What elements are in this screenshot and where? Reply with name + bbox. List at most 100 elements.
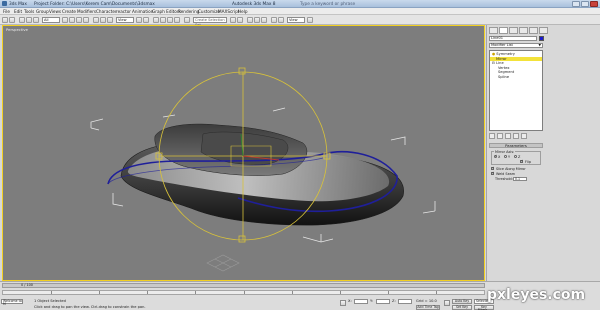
maxscript-listener[interactable]: Welcome to M	[1, 299, 23, 306]
reference-coordinate-select[interactable]: View	[116, 17, 134, 23]
menu-modifiers[interactable]: Modifiers	[77, 9, 96, 14]
show-end-result-icon[interactable]	[497, 133, 503, 139]
menu-edit[interactable]: Edit	[14, 9, 22, 14]
object-color-swatch[interactable]	[539, 36, 544, 41]
bind-space-warp-icon[interactable]	[33, 17, 39, 23]
menu-character[interactable]: Character	[96, 9, 117, 14]
modifier-list-label: Modifier List	[491, 43, 513, 47]
key-icon[interactable]	[444, 300, 450, 306]
menu-file[interactable]: File	[3, 9, 10, 14]
set-key-button[interactable]: Set Key	[452, 304, 472, 310]
parameters-rollout-header[interactable]: Parameters	[489, 143, 543, 148]
menu-views[interactable]: Views	[49, 9, 61, 14]
track-bar[interactable]	[2, 290, 485, 295]
render-setup-icon[interactable]	[278, 17, 284, 23]
axis-x-label: X	[498, 154, 501, 159]
menu-animation[interactable]: Animation	[132, 9, 153, 14]
bulb-icon[interactable]: ●	[492, 52, 495, 56]
display-tab-icon[interactable]	[529, 27, 538, 34]
hierarchy-tab-icon[interactable]	[509, 27, 518, 34]
menu-customize[interactable]: Customize	[198, 9, 220, 14]
menu-group[interactable]: Group	[36, 9, 49, 14]
spinner-snap-icon[interactable]	[174, 17, 180, 23]
pin-stack-icon[interactable]	[489, 133, 495, 139]
menu-help[interactable]: Help	[238, 9, 248, 14]
key-filters-button[interactable]: Key Filters...	[474, 304, 494, 310]
configure-sets-icon[interactable]	[521, 133, 527, 139]
rectangle-selection-icon[interactable]	[76, 17, 82, 23]
weld-seam-checkbox[interactable]	[491, 171, 494, 175]
align-icon[interactable]	[237, 17, 243, 23]
mirror-axis-group: Mirror Axis: X Y Z Flip	[491, 150, 541, 165]
object-name-field[interactable]: Line01	[489, 36, 537, 41]
menu-reactor[interactable]: reactor	[116, 9, 131, 14]
prompt-line: Click and drag to pan the view. Ctrl-dra…	[34, 304, 146, 309]
named-selection-set-field[interactable]: Create Selection Set	[193, 17, 227, 27]
menu-maxscript[interactable]: MAXScript	[218, 9, 240, 14]
selection-filter-select[interactable]: All	[42, 17, 60, 23]
expand-icon[interactable]: ⊟	[492, 61, 495, 65]
menu-create[interactable]: Create	[62, 9, 76, 14]
edit-named-selection-icon[interactable]	[184, 17, 190, 23]
menu-graph-editors[interactable]: Graph Editors	[152, 9, 181, 14]
window-crossing-icon[interactable]	[83, 17, 89, 23]
select-move-icon[interactable]	[93, 17, 99, 23]
auto-key-button[interactable]: Auto Key	[452, 299, 472, 304]
maximize-button[interactable]	[581, 1, 589, 7]
flip-checkbox[interactable]	[520, 159, 523, 163]
motion-tab-icon[interactable]	[519, 27, 528, 34]
y-coord-field[interactable]	[376, 299, 390, 304]
snap-toggle-icon[interactable]	[153, 17, 159, 23]
pivot-center-icon[interactable]	[136, 17, 142, 23]
x-coord-field[interactable]	[354, 299, 368, 304]
undo-icon[interactable]	[2, 17, 8, 23]
stack-item-label: Mirror	[496, 56, 507, 61]
select-scale-icon[interactable]	[107, 17, 113, 23]
utilities-tab-icon[interactable]	[539, 27, 548, 34]
z-coord-field[interactable]	[398, 299, 412, 304]
angle-snap-icon[interactable]	[160, 17, 166, 23]
menu-rendering[interactable]: Rendering	[178, 9, 199, 14]
quick-render-icon[interactable]	[307, 17, 313, 23]
render-type-select[interactable]: View	[287, 17, 305, 23]
unlink-icon[interactable]	[26, 17, 32, 23]
select-object-icon[interactable]	[62, 17, 68, 23]
percent-snap-icon[interactable]	[167, 17, 173, 23]
stack-item-spline[interactable]: Spline	[490, 75, 542, 80]
slice-along-mirror-checkbox[interactable]	[491, 166, 494, 170]
redo-icon[interactable]	[9, 17, 15, 23]
stack-item-label: Spline	[498, 75, 510, 79]
threshold-spinner[interactable]: 0.1	[513, 176, 527, 181]
add-time-tag-button[interactable]: Add Time Tag	[416, 304, 440, 310]
layer-manager-icon[interactable]	[247, 17, 253, 23]
minimize-button[interactable]	[572, 1, 580, 7]
time-slider[interactable]: 0 / 100	[2, 283, 485, 288]
create-tab-icon[interactable]	[489, 27, 498, 34]
axis-x-radio[interactable]	[494, 154, 497, 158]
watermark: pxleyes.com	[487, 287, 586, 303]
axis-y-radio[interactable]	[504, 155, 507, 158]
select-by-name-icon[interactable]	[69, 17, 75, 23]
manipulate-icon[interactable]	[143, 17, 149, 23]
make-unique-icon[interactable]	[505, 133, 511, 139]
axis-z-radio[interactable]	[514, 155, 517, 158]
modify-tab-icon[interactable]	[499, 27, 508, 34]
menu-tools[interactable]: Tools	[24, 9, 34, 14]
select-link-icon[interactable]	[19, 17, 25, 23]
flip-label: Flip	[525, 159, 531, 164]
z-coord-label: Z:	[392, 299, 396, 303]
app-icon[interactable]	[2, 1, 7, 6]
modifier-list-dropdown[interactable]: Modifier List ▼	[489, 43, 543, 48]
window-titlebar: 3ds Max Project Folder: C:\Users\Kerem C…	[0, 0, 600, 8]
viewport-scene[interactable]	[3, 26, 485, 281]
curve-editor-icon[interactable]	[254, 17, 260, 23]
schematic-view-icon[interactable]	[261, 17, 267, 23]
mirror-icon[interactable]	[230, 17, 236, 23]
remove-modifier-icon[interactable]	[513, 133, 519, 139]
perspective-viewport[interactable]: Perspective	[2, 25, 485, 281]
close-button[interactable]	[590, 1, 598, 7]
material-editor-icon[interactable]	[271, 17, 277, 23]
lock-selection-icon[interactable]	[340, 300, 346, 306]
select-rotate-icon[interactable]	[100, 17, 106, 23]
threshold-label: Threshold:	[495, 177, 513, 181]
